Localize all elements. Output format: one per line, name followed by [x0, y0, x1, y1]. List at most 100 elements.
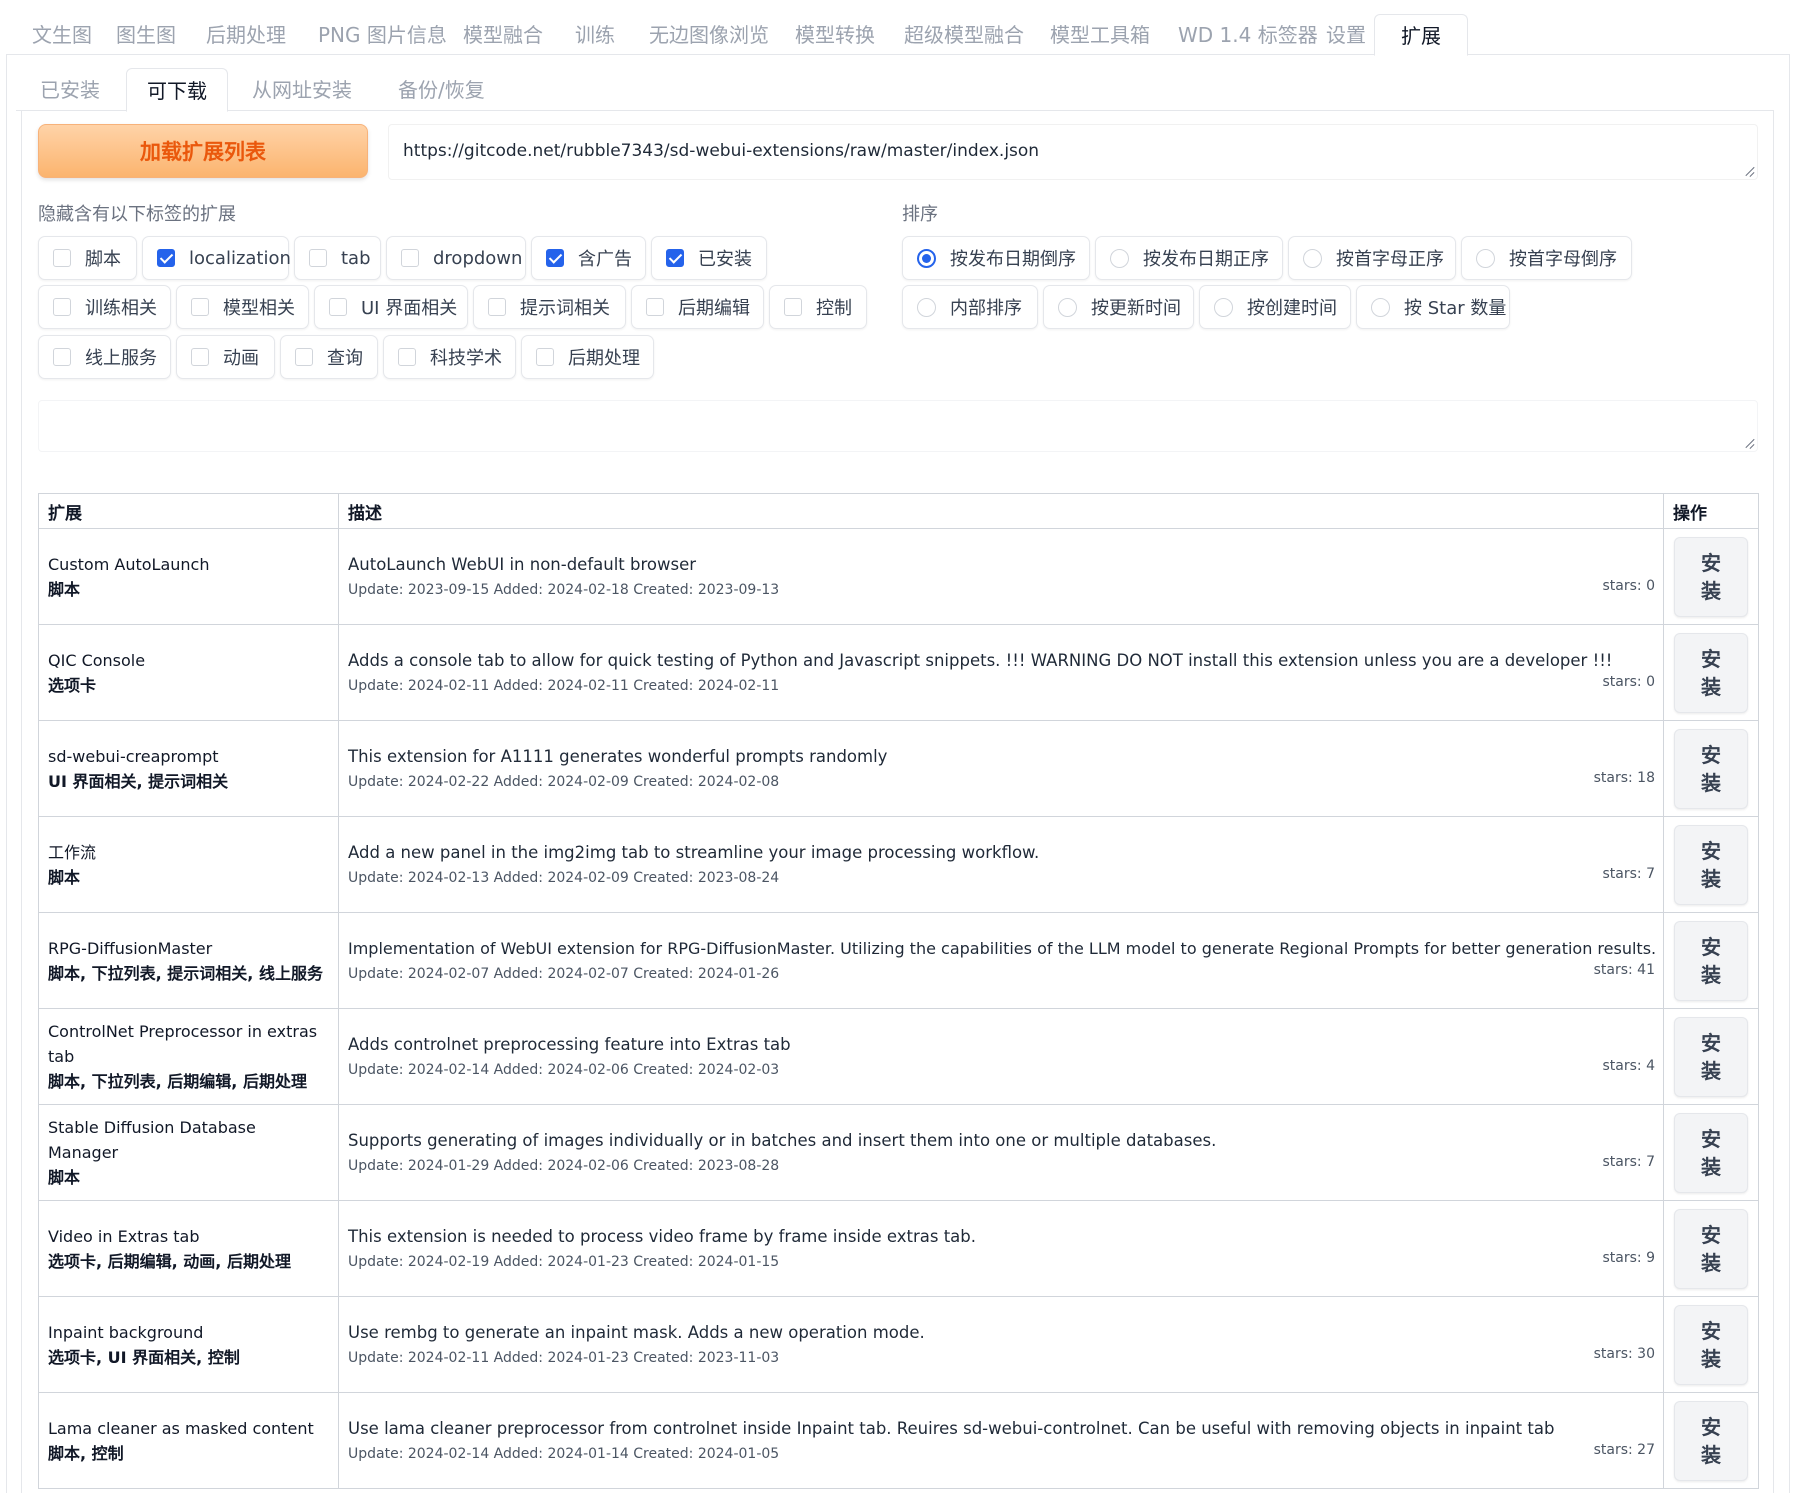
- install-button[interactable]: 安装: [1674, 1016, 1748, 1097]
- table-row: Video in Extras tab 选项卡, 后期编辑, 动画, 后期处理 T…: [38, 1200, 1759, 1297]
- tab-available[interactable]: 可下载: [126, 68, 228, 112]
- search-field[interactable]: [38, 400, 1758, 452]
- checkbox-icon: [53, 298, 71, 316]
- extension-name[interactable]: sd-webui-creaprompt: [48, 744, 329, 769]
- description-cell: Use lama cleaner preprocessor from contr…: [338, 1392, 1664, 1489]
- install-button[interactable]: 安装: [1674, 1208, 1748, 1289]
- install-label-char: 安: [1701, 550, 1721, 575]
- install-button[interactable]: 安装: [1674, 920, 1748, 1001]
- checkbox-icon: [329, 298, 347, 316]
- hide-tag-ui-related[interactable]: UI 界面相关: [314, 285, 468, 329]
- table-row: ControlNet Preprocessor in extras tab 脚本,…: [38, 1008, 1759, 1105]
- hide-tag-training[interactable]: 训练相关: [38, 285, 171, 329]
- extension-dates: Update: 2024-02-11 Added: 2024-02-11 Cre…: [348, 677, 780, 694]
- install-button[interactable]: 安装: [1674, 632, 1748, 713]
- install-button[interactable]: 安装: [1674, 536, 1748, 617]
- install-label: 安装: [1675, 1221, 1747, 1277]
- description-cell: Use rembg to generate an inpaint mask. A…: [338, 1296, 1664, 1393]
- extension-cell: QIC Console 选项卡: [38, 624, 339, 721]
- extension-dates: Update: 2023-09-15 Added: 2024-02-18 Cre…: [348, 581, 780, 598]
- hide-tag-animation[interactable]: 动画: [176, 335, 275, 379]
- index-url-field[interactable]: https://gitcode.net/rubble7343/sd-webui-…: [388, 124, 1758, 180]
- install-label-1: 安装: [1675, 549, 1747, 605]
- tab-extensions[interactable]: 扩展: [1374, 14, 1468, 56]
- radio-icon: [1058, 297, 1077, 317]
- install-label-char: 安: [1701, 1030, 1721, 1055]
- tab-install-from-url[interactable]: 从网址安装: [232, 68, 372, 111]
- sort-label: 排序: [902, 204, 938, 225]
- extension-name[interactable]: Video in Extras tab: [48, 1224, 329, 1249]
- sort-option-label: 按 Star 数量: [1404, 298, 1507, 319]
- hide-tag-models[interactable]: 模型相关: [176, 285, 309, 329]
- sort-stars[interactable]: 按 Star 数量: [1356, 285, 1510, 329]
- extension-tags: 脚本, 下拉列表, 后期编辑, 后期处理: [48, 1072, 307, 1091]
- hide-tag-editing[interactable]: 后期编辑: [631, 285, 764, 329]
- install-button[interactable]: 安装: [1674, 1304, 1748, 1385]
- extension-description: Implementation of WebUI extension for RP…: [348, 938, 1657, 958]
- hide-tag-label: 后期编辑: [678, 298, 750, 319]
- resize-handle-icon[interactable]: [1744, 438, 1754, 448]
- install-label-char: 装: [1701, 1442, 1721, 1467]
- install-button[interactable]: 安装: [1674, 824, 1748, 905]
- hide-tag-installed[interactable]: 已安装: [651, 236, 767, 280]
- extension-name[interactable]: Stable Diffusion Database Manager: [48, 1115, 329, 1165]
- description-cell: Add a new panel in the img2img tab to st…: [338, 816, 1664, 913]
- extension-tags: 脚本: [48, 1168, 81, 1187]
- install-label-char: 安: [1701, 1222, 1721, 1247]
- extension-stars: stars: 0: [1602, 674, 1656, 690]
- tab-backup-restore[interactable]: 备份/恢复: [378, 68, 505, 111]
- tab-installed[interactable]: 已安装: [20, 68, 120, 111]
- hide-tag-science[interactable]: 科技学术: [383, 335, 516, 379]
- action-cell: 安装: [1663, 912, 1759, 1009]
- sort-publish-asc[interactable]: 按发布日期正序: [1095, 236, 1283, 280]
- extension-dates: Update: 2024-02-11 Added: 2024-01-23 Cre…: [348, 1349, 780, 1366]
- extension-name[interactable]: RPG-DiffusionMaster: [48, 936, 329, 961]
- sort-internal[interactable]: 内部排序: [902, 285, 1038, 329]
- hide-tag-label: 已安装: [698, 249, 752, 270]
- install-label-char: 装: [1701, 1154, 1721, 1179]
- extension-dates: Update: 2024-02-19 Added: 2024-01-23 Cre…: [348, 1253, 780, 1270]
- hide-tag-tab[interactable]: tab: [294, 236, 381, 280]
- description-cell: Supports generating of images individual…: [338, 1104, 1664, 1201]
- install-button[interactable]: 安装: [1674, 728, 1748, 809]
- extension-name[interactable]: Inpaint background: [48, 1320, 329, 1345]
- extension-stars: stars: 27: [1593, 1442, 1655, 1458]
- sort-create-time[interactable]: 按创建时间: [1199, 285, 1351, 329]
- extension-tags: 脚本, 控制: [48, 1443, 124, 1463]
- install-label-char: 安: [1701, 1126, 1721, 1151]
- hide-tag-script[interactable]: 脚本: [38, 236, 137, 280]
- resize-handle-icon[interactable]: [1744, 166, 1754, 176]
- sort-update-time[interactable]: 按更新时间: [1043, 285, 1194, 329]
- load-extension-list-button[interactable]: 加载扩展列表: [38, 124, 368, 178]
- hide-tag-label: 提示词相关: [520, 298, 610, 319]
- extension-stars: stars: 9: [1602, 1250, 1656, 1266]
- extensions-table: 扩展 描述 操作 Custom AutoLaunch 脚本 AutoLaunch …: [38, 493, 1759, 1489]
- hide-tag-dropdown[interactable]: dropdown: [386, 236, 526, 280]
- hide-tag-query[interactable]: 查询: [280, 335, 378, 379]
- sort-publish-desc[interactable]: 按发布日期倒序: [902, 236, 1090, 280]
- extension-tags: 脚本, 下拉列表, 提示词相关, 线上服务: [48, 963, 323, 983]
- hide-tag-extras[interactable]: 后期处理: [521, 335, 654, 379]
- hide-tag-label: 查询: [327, 348, 363, 369]
- checkbox-icon: [401, 249, 419, 267]
- install-label-char: 装: [1701, 962, 1721, 987]
- install-button[interactable]: 安装: [1674, 1400, 1748, 1481]
- install-button[interactable]: 安装: [1674, 1112, 1748, 1193]
- extension-name[interactable]: ControlNet Preprocessor in extras tab: [48, 1019, 329, 1069]
- install-label-char: 安: [1701, 838, 1721, 863]
- hide-tag-localization[interactable]: localization: [142, 236, 291, 280]
- extension-name[interactable]: Custom AutoLaunch: [48, 552, 329, 577]
- extension-name[interactable]: QIC Console: [48, 648, 329, 673]
- hide-tag-online[interactable]: 线上服务: [38, 335, 171, 379]
- sort-alpha-asc[interactable]: 按首字母正序: [1288, 236, 1456, 280]
- hide-tag-manipulations[interactable]: 控制: [769, 285, 867, 329]
- hide-tag-prompting[interactable]: 提示词相关: [473, 285, 626, 329]
- sort-alpha-desc[interactable]: 按首字母倒序: [1461, 236, 1632, 280]
- extension-name[interactable]: 工作流: [48, 840, 329, 865]
- checkbox-icon: [191, 348, 209, 366]
- install-label-char: 安: [1701, 1414, 1721, 1439]
- extension-name[interactable]: Lama cleaner as masked content: [48, 1416, 329, 1441]
- hide-tag-ads[interactable]: 含广告: [531, 236, 646, 280]
- hide-tag-label: tab: [341, 247, 371, 269]
- extension-dates: Update: 2024-02-14 Added: 2024-01-14 Cre…: [348, 1445, 780, 1462]
